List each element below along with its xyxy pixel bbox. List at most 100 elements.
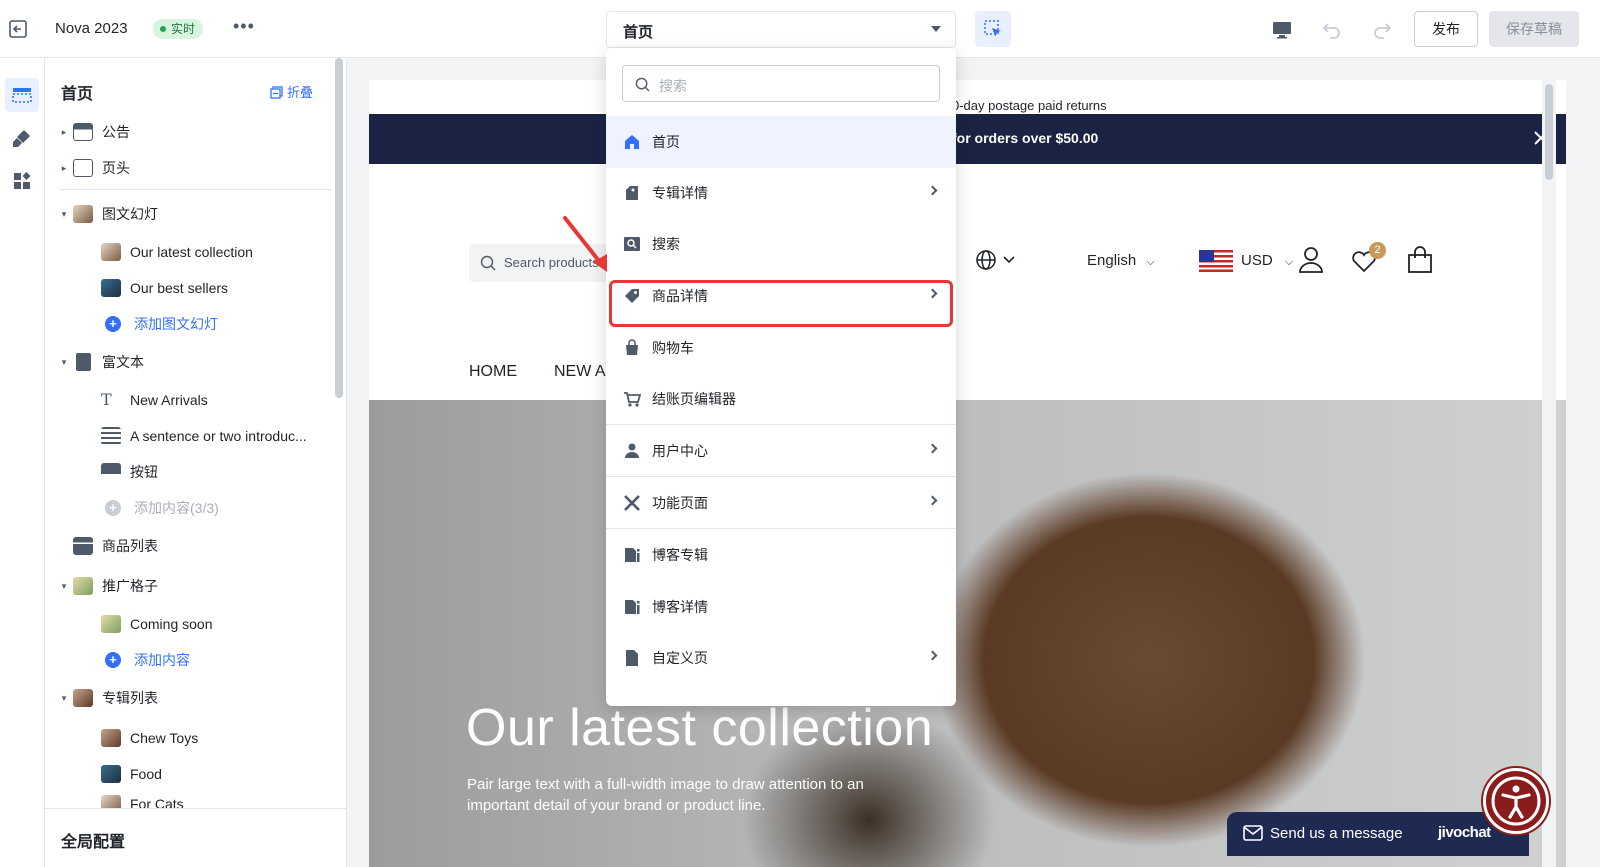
expand-caret-icon[interactable]: ▸ [55, 127, 73, 138]
doc-thumb-icon [76, 353, 91, 371]
page-search-input[interactable]: 搜索 [622, 65, 940, 102]
more-options-button[interactable]: ••• [233, 16, 255, 37]
sections-icon [12, 88, 32, 103]
global-settings-footer[interactable]: 全局配置 [45, 808, 346, 867]
element-picker-button[interactable] [975, 11, 1011, 47]
page-option-label: 功能页面 [652, 495, 708, 511]
desktop-preview-icon[interactable] [1270, 18, 1294, 42]
chat-widget[interactable]: Send us a message jivochat [1227, 812, 1529, 856]
page-select[interactable]: 首页 [606, 11, 956, 48]
nav-new-arrivals-link[interactable]: NEW A [554, 363, 606, 381]
page-option-6[interactable]: 结账页编辑器 [606, 373, 956, 425]
block-item[interactable]: Chew Toys [45, 723, 335, 753]
apps-icon [14, 172, 31, 189]
announcement-bar: 0-day postage paid returns [369, 80, 1566, 114]
tree-item-label: Coming soon [130, 616, 213, 632]
photo3-thumb-icon [73, 577, 93, 595]
add-block-button[interactable]: + 添加内容(3/3) [45, 493, 335, 523]
mail-icon [1243, 825, 1263, 841]
hero-subtitle: Pair large text with a full-width image … [467, 776, 864, 814]
block-item[interactable]: Our latest collection [45, 237, 335, 267]
promo-text: for orders over $50.00 [952, 130, 1099, 146]
section-item[interactable]: ▾ 推广格子 [45, 571, 335, 601]
add-block-button[interactable]: + 添加图文幻灯 [45, 309, 335, 339]
rail-sections-button[interactable] [5, 78, 39, 112]
chevron-down-icon: ⌵ [1146, 256, 1155, 268]
exit-icon[interactable] [8, 18, 30, 40]
expand-caret-icon[interactable]: ▾ [55, 357, 73, 368]
page-option-3[interactable]: 搜索 [606, 218, 956, 270]
page-option-8[interactable]: 功能页面 [606, 477, 956, 529]
accessibility-button[interactable] [1483, 768, 1549, 834]
block-item[interactable]: 按钮 [45, 457, 335, 487]
wishlist-count-badge: 2 [1369, 242, 1386, 259]
photo4-thumb-icon [101, 729, 121, 747]
block-item[interactable]: Our best sellers [45, 273, 335, 303]
page-option-10[interactable]: 博客详情 [606, 581, 956, 633]
language-selector[interactable]: English ⌵ [1087, 252, 1155, 269]
sidebar-title: 首页 [61, 86, 94, 103]
tree-item-label: 推广格子 [102, 578, 158, 594]
page-option-label: 自定义页 [652, 650, 708, 666]
section-item[interactable]: 商品列表 [45, 531, 335, 561]
text-thumb-icon: T [101, 390, 112, 409]
page-option-7[interactable]: 用户中心 [606, 425, 956, 477]
currency-selector[interactable]: USD ⌵ [1241, 252, 1293, 269]
page-select-value: 首页 [623, 24, 654, 41]
preview-scroll-thumb[interactable] [1545, 84, 1553, 180]
save-draft-button[interactable]: 保存草稿 [1489, 11, 1579, 47]
block-item[interactable]: A sentence or two introduc... [45, 421, 335, 451]
block-item[interactable]: T New Arrivals [45, 385, 335, 415]
expand-caret-icon[interactable]: ▾ [55, 693, 73, 704]
left-icon-rail [0, 58, 45, 867]
page-option-label: 购物车 [652, 340, 694, 356]
account-icon[interactable] [1298, 246, 1324, 274]
redo-icon[interactable] [1370, 18, 1394, 42]
block-item[interactable]: Coming soon [45, 609, 335, 639]
publish-button[interactable]: 发布 [1414, 11, 1478, 47]
block-item[interactable]: Food [45, 759, 335, 789]
global-settings-label: 全局配置 [61, 834, 126, 851]
nav-home-link[interactable]: HOME [469, 363, 517, 381]
tree-item-label: Food [130, 766, 162, 782]
photo4-thumb-icon [73, 689, 93, 707]
blog-icon [625, 600, 640, 614]
page-option-9[interactable]: 博客专辑 [606, 529, 956, 581]
section-item[interactable]: ▸ 页头 [45, 153, 335, 183]
tools-icon [624, 495, 640, 511]
sidebar-scrollbar[interactable] [335, 58, 343, 398]
tree-item-label: New Arrivals [130, 392, 208, 408]
page-option-1[interactable]: 首页 [606, 116, 956, 168]
globe-icon[interactable] [975, 249, 997, 271]
theme-name: Nova 2023 [55, 20, 128, 37]
dropdown-divider [606, 424, 956, 425]
page-option-2[interactable]: 专辑详情 [606, 167, 956, 219]
sections-sidebar: 首页 折叠 ▸ 公告 ▸ 页头 ▾ 图文幻灯 Our latest collection Ou… [45, 58, 347, 867]
section-item[interactable]: ▾ 富文本 [45, 347, 335, 377]
section-item[interactable]: ▾ 专辑列表 [45, 683, 335, 713]
tree-item-label: 图文幻灯 [102, 206, 158, 222]
rail-theme-button[interactable] [5, 121, 39, 155]
expand-caret-icon[interactable]: ▸ [55, 163, 73, 174]
section-item[interactable]: ▸ 公告 [45, 117, 335, 147]
rail-apps-button[interactable] [5, 164, 39, 198]
page-option-label: 博客专辑 [652, 547, 708, 563]
tree-item-label: Our latest collection [130, 244, 253, 260]
expand-caret-icon[interactable]: ▾ [55, 581, 73, 592]
shopping-bag-icon[interactable] [1407, 246, 1433, 274]
search-icon [635, 77, 650, 92]
collapse-button[interactable]: 折叠 [270, 82, 313, 101]
page-option-5[interactable]: 购物车 [606, 322, 956, 374]
expand-caret-icon[interactable]: ▾ [55, 209, 73, 220]
tree-item-label: 公告 [102, 124, 130, 140]
page-option-11[interactable]: 自定义页 [606, 632, 956, 684]
chevron-right-icon [927, 443, 938, 454]
sidebar-divider [59, 189, 331, 190]
preview-scrollbar[interactable] [1542, 80, 1556, 867]
photo2-thumb-icon [101, 279, 121, 297]
section-item[interactable]: ▾ 图文幻灯 [45, 199, 335, 229]
page-option-label: 用户中心 [652, 443, 708, 459]
currency-label: USD [1241, 252, 1273, 269]
add-block-button[interactable]: + 添加内容 [45, 645, 335, 675]
undo-icon[interactable] [1320, 18, 1344, 42]
